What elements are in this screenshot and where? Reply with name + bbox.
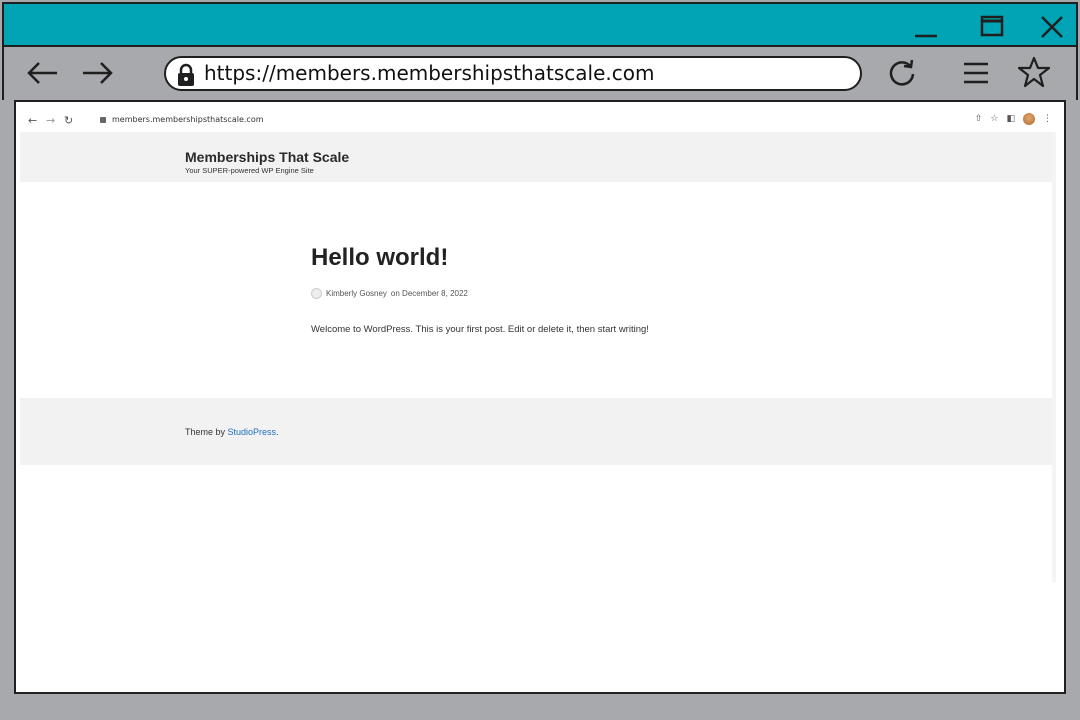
navigation-bar: https://members.membershipsthatscale.com	[2, 47, 1078, 100]
star-icon[interactable]	[1014, 52, 1054, 92]
menu-icon[interactable]	[956, 53, 996, 93]
studiopress-link[interactable]: StudioPress	[228, 427, 277, 437]
close-icon[interactable]	[1034, 10, 1070, 44]
scrollbar[interactable]	[1052, 132, 1056, 582]
address-bar[interactable]: https://members.membershipsthatscale.com	[164, 56, 862, 91]
inner-browser-toolbar: ← → ↻ members.membershipsthatscale.com ⇧…	[20, 112, 1056, 130]
author-avatar	[311, 288, 322, 299]
post-body: Welcome to WordPress. This is your first…	[311, 324, 649, 335]
inner-address-url: members.membershipsthatscale.com	[112, 115, 264, 124]
post-meta: Kimberly Gosney on December 8, 2022	[311, 288, 468, 299]
footer-credit: Theme by StudioPress.	[185, 427, 279, 437]
minimize-icon[interactable]	[908, 10, 944, 44]
footer-prefix: Theme by	[185, 427, 228, 437]
page-viewport: ← → ↻ members.membershipsthatscale.com ⇧…	[14, 100, 1066, 694]
site-title[interactable]: Memberships That Scale	[185, 149, 349, 165]
lock-icon	[176, 63, 196, 91]
reload-icon[interactable]	[882, 53, 922, 93]
site-tagline: Your SUPER-powered WP Engine Site	[185, 166, 314, 175]
address-url: https://members.membershipsthatscale.com	[204, 61, 655, 85]
back-arrow-icon[interactable]	[22, 53, 62, 93]
inner-back-icon[interactable]: ←	[28, 114, 37, 127]
inner-forward-icon[interactable]: →	[46, 114, 55, 127]
more-icon[interactable]: ⋮	[1043, 114, 1052, 124]
site-header: Memberships That Scale Your SUPER-powere…	[20, 132, 1052, 182]
inner-toolbar-icons: ⇧ ☆ ◧ ⋮	[975, 113, 1052, 125]
post-author[interactable]: Kimberly Gosney	[326, 289, 387, 298]
maximize-icon[interactable]	[974, 10, 1010, 44]
inner-reload-icon[interactable]: ↻	[64, 114, 73, 127]
post-title: Hello world!	[311, 244, 449, 271]
inner-lock-icon	[100, 116, 106, 123]
site-footer: Theme by StudioPress.	[20, 398, 1052, 465]
title-bar	[2, 2, 1078, 47]
browser-window: https://members.membershipsthatscale.com…	[0, 0, 1080, 720]
footer-suffix: .	[276, 427, 279, 437]
sidepanel-icon[interactable]: ◧	[1006, 114, 1015, 124]
forward-arrow-icon[interactable]	[78, 53, 118, 93]
bookmark-star-icon[interactable]: ☆	[990, 114, 998, 124]
post-date: on December 8, 2022	[390, 289, 468, 298]
share-icon[interactable]: ⇧	[975, 114, 983, 124]
profile-avatar[interactable]	[1023, 113, 1035, 125]
inner-address-bar[interactable]: members.membershipsthatscale.com	[100, 115, 264, 124]
